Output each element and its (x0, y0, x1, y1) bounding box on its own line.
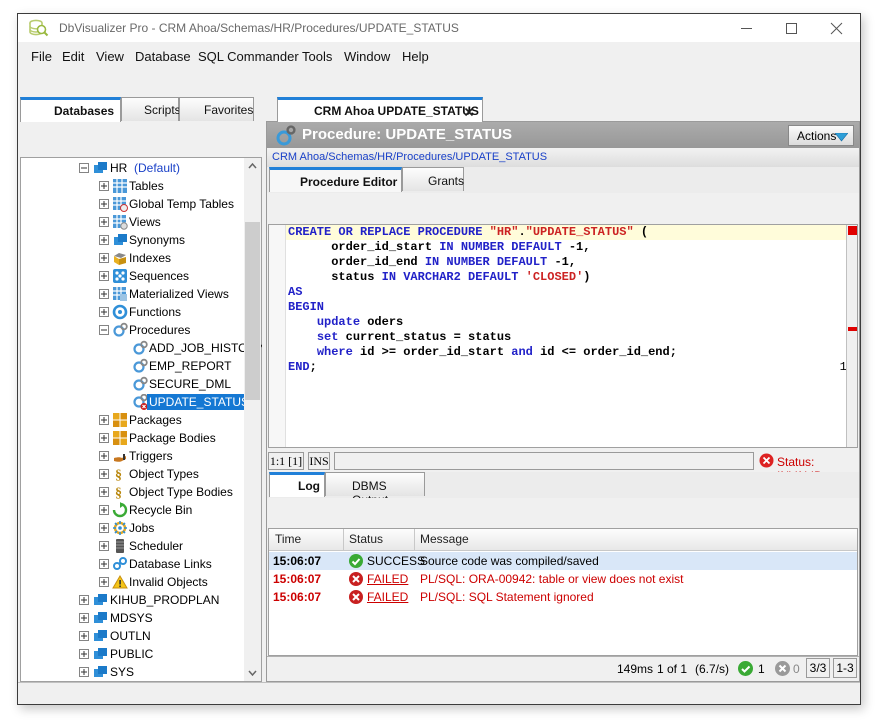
svg-text:§: § (115, 468, 122, 482)
svg-text:§: § (115, 486, 122, 500)
